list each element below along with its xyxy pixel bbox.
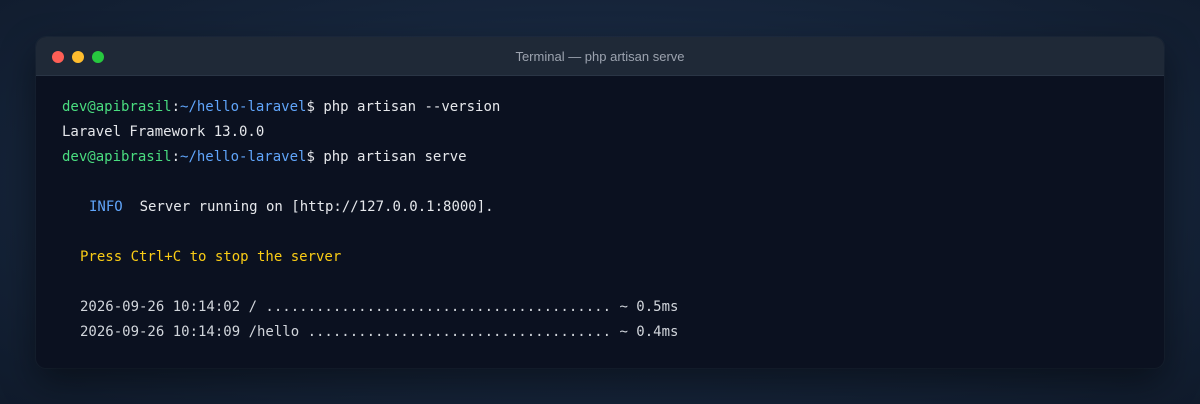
info-message: Server running on [http://127.0.0.1:8000…	[122, 199, 494, 215]
title-bar[interactable]: Terminal — php artisan serve	[36, 37, 1164, 76]
request-log-line: 2026-09-26 10:14:09 /hello .............…	[80, 324, 679, 340]
prompt-path: ~/hello-laravel	[180, 149, 307, 165]
prompt-line: dev@apibrasil:~/hello-laravel$ php artis…	[62, 95, 1138, 120]
info-line: INFO Server running on [http://127.0.0.1…	[62, 195, 1138, 220]
prompt-user: dev@apibrasil	[62, 149, 172, 165]
prompt-separator: :	[171, 99, 181, 115]
prompt-symbol: $	[306, 149, 324, 165]
command-text: php artisan serve	[323, 149, 467, 165]
info-label: INFO	[89, 199, 123, 215]
terminal-output[interactable]: dev@apibrasil:~/hello-laravel$ php artis…	[36, 76, 1164, 368]
prompt-line: dev@apibrasil:~/hello-laravel$ php artis…	[62, 145, 1138, 170]
prompt-symbol: $	[306, 99, 324, 115]
request-log-line: 2026-09-26 10:14:02 / ..................…	[80, 299, 679, 315]
stop-hint: Press Ctrl+C to stop the server	[80, 249, 342, 265]
prompt-separator: :	[171, 149, 181, 165]
version-output: Laravel Framework 13.0.0	[62, 124, 265, 140]
window-title: Terminal — php artisan serve	[515, 49, 685, 64]
prompt-path: ~/hello-laravel	[180, 99, 307, 115]
terminal-window: Terminal — php artisan serve dev@apibras…	[36, 37, 1164, 368]
command-text: php artisan --version	[323, 99, 501, 115]
prompt-user: dev@apibrasil	[62, 99, 172, 115]
